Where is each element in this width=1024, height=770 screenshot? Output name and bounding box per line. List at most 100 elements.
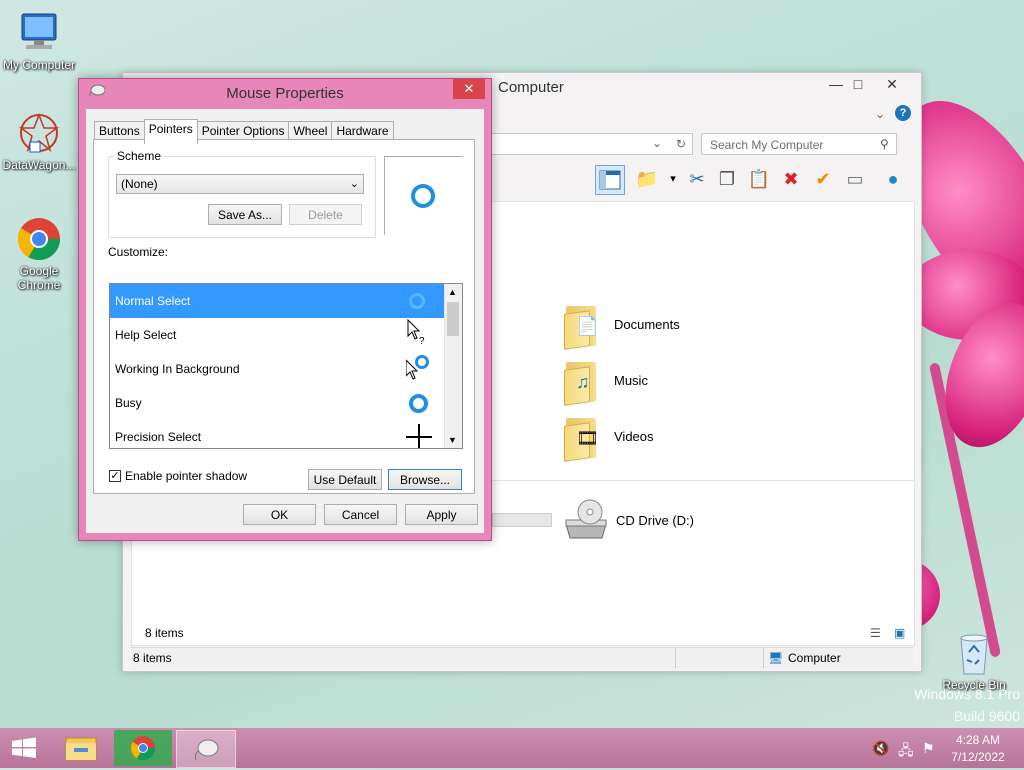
normal-select-cursor-icon — [406, 284, 432, 318]
taskbar: 🔇 🖧 ⚑ 4:28 AM 7/12/2022 — [0, 728, 1024, 768]
desktop-icon-google-chrome[interactable]: Google Chrome — [1, 216, 77, 292]
cut-icon[interactable]: ✂ — [683, 165, 711, 193]
window-title: Computer — [498, 79, 564, 96]
library-label: Music — [614, 372, 648, 388]
library-item-documents[interactable]: 📄 Documents — [564, 302, 680, 350]
paste-icon[interactable]: 📋 — [745, 165, 773, 193]
pointer-name: Help Select — [115, 328, 177, 342]
status-item-count: 8 items — [133, 651, 172, 665]
pointer-name: Normal Select — [115, 294, 191, 308]
working-background-cursor-icon — [405, 352, 432, 386]
desktop-icon-label: Google Chrome — [17, 264, 61, 292]
start-button[interactable] — [0, 730, 48, 766]
search-icon: ⚲ — [880, 137, 889, 151]
pointer-preview — [384, 156, 463, 235]
ribbon-expand-icon[interactable]: ⌄ — [875, 107, 885, 121]
pointer-list[interactable]: Normal Select Help Select ? Working In B… — [109, 283, 463, 449]
scheme-dropdown[interactable]: (None) ⌄ — [116, 174, 364, 194]
delete-icon[interactable]: ✖ — [777, 165, 805, 193]
folder-options-icon[interactable]: 📁 — [633, 165, 661, 193]
scheme-label: Scheme — [114, 149, 165, 163]
tab-strip: Buttons Pointers Pointer Options Wheel H… — [94, 119, 394, 144]
dialog-close-button[interactable]: ✕ — [453, 79, 485, 99]
library-item-videos[interactable]: 🎞 Videos — [564, 414, 654, 462]
desktop-icon-label: My Computer — [2, 58, 76, 72]
taskbar-chrome[interactable] — [114, 730, 172, 766]
preview-pane-icon[interactable] — [595, 165, 625, 195]
taskbar-mouse-properties[interactable] — [176, 730, 236, 768]
documents-folder-icon: 📄 — [564, 302, 598, 350]
drive-usage-bar — [492, 513, 552, 527]
use-default-button[interactable]: Use Default — [308, 469, 382, 490]
large-icons-view-icon[interactable]: ▣ — [894, 626, 905, 640]
cancel-button[interactable]: Cancel — [324, 504, 397, 525]
help-icon[interactable]: ? — [895, 105, 911, 121]
pointer-name: Precision Select — [115, 430, 202, 444]
busy-cursor-icon — [411, 184, 435, 208]
close-button[interactable]: ✕ — [869, 73, 915, 95]
os-watermark: Windows 8.1 Pro Build 9600 — [880, 686, 1020, 724]
pointer-shadow-label: Enable pointer shadow — [125, 469, 248, 483]
desktop-icon-label: DataWagon... — [2, 158, 76, 172]
browse-button[interactable]: Browse... — [388, 469, 462, 490]
copy-icon[interactable]: ❐ — [713, 165, 741, 193]
pointer-row-precision-select[interactable]: Precision Select — [110, 420, 446, 448]
address-dropdown-icon[interactable]: ⌄ — [652, 136, 662, 150]
volume-muted-icon[interactable]: 🔇 — [872, 740, 889, 757]
cd-drive-icon — [562, 498, 610, 542]
checkmark-icon[interactable]: ✔ — [809, 165, 837, 193]
help-select-cursor-icon: ? — [406, 318, 432, 352]
clock-time: 4:28 AM — [955, 733, 1001, 747]
desktop-icon-datawagon[interactable]: DataWagon... — [1, 110, 77, 172]
busy-cursor-icon — [406, 386, 432, 420]
svg-text:?: ? — [419, 336, 425, 347]
status-divider — [675, 648, 676, 668]
pointer-shadow-checkbox[interactable]: ✓ — [109, 470, 121, 482]
videos-folder-icon: 🎞 — [564, 414, 599, 462]
watermark-build: Build 9600 — [953, 708, 1020, 724]
item-count: 8 items — [145, 626, 184, 640]
details-view-icon[interactable]: ☰ — [870, 626, 881, 640]
drive-label: CD Drive (D:) — [616, 512, 694, 528]
pointer-row-normal-select[interactable]: Normal Select — [110, 284, 446, 318]
scheme-group — [108, 156, 376, 238]
pointers-tab-page: Scheme (None) ⌄ Save As... Delete Custom… — [93, 139, 475, 494]
scheme-value: (None) — [121, 177, 158, 191]
taskbar-file-explorer[interactable] — [52, 730, 110, 766]
action-center-icon[interactable]: ⚑ — [922, 740, 935, 757]
pointer-name: Working In Background — [115, 362, 240, 376]
shell-icon[interactable]: ● — [879, 165, 907, 193]
desktop-icon-my-computer[interactable]: My Computer — [1, 10, 77, 72]
save-as-button[interactable]: Save As... — [208, 204, 282, 225]
computer-icon — [16, 10, 62, 56]
pointer-list-scrollbar[interactable]: ▲ ▼ — [444, 284, 462, 448]
crosshair-cursor-icon — [406, 420, 432, 448]
tab-pointers[interactable]: Pointers — [143, 119, 198, 144]
watermark-edition: Windows 8.1 Pro — [914, 686, 1020, 702]
status-divider — [763, 648, 764, 668]
refresh-icon[interactable]: ↻ — [676, 137, 686, 151]
status-location: Computer — [788, 651, 841, 665]
scroll-thumb[interactable] — [447, 302, 459, 336]
mouse-properties-dialog: Mouse Properties ✕ Buttons Pointers Poin… — [78, 78, 492, 541]
clock-date: 7/12/2022 — [951, 750, 1005, 764]
properties-icon[interactable]: ▭ — [841, 165, 869, 193]
drive-item-cd[interactable]: CD Drive (D:) — [562, 498, 694, 542]
apply-button[interactable]: Apply — [405, 504, 478, 525]
ok-button[interactable]: OK — [243, 504, 316, 525]
scroll-up-icon[interactable]: ▲ — [448, 287, 457, 297]
pointer-row-busy[interactable]: Busy — [110, 386, 446, 420]
library-item-music[interactable]: ♫ Music — [564, 358, 648, 406]
computer-small-icon: 🖥 — [768, 651, 784, 665]
scroll-down-icon[interactable]: ▼ — [448, 435, 457, 445]
pointer-row-working-in-background[interactable]: Working In Background — [110, 352, 446, 386]
dialog-title: Mouse Properties — [226, 85, 344, 102]
clock[interactable]: 4:28 AM 7/12/2022 — [950, 733, 1006, 764]
search-input[interactable]: Search My Computer — [701, 133, 897, 155]
chevron-down-icon: ⌄ — [349, 178, 359, 190]
delete-button[interactable]: Delete — [289, 204, 362, 225]
library-label: Videos — [614, 428, 654, 444]
pointer-row-help-select[interactable]: Help Select ? — [110, 318, 446, 352]
network-icon[interactable]: 🖧 — [898, 740, 914, 764]
desktop-icon-recycle-bin[interactable]: Recycle Bin — [936, 630, 1012, 692]
